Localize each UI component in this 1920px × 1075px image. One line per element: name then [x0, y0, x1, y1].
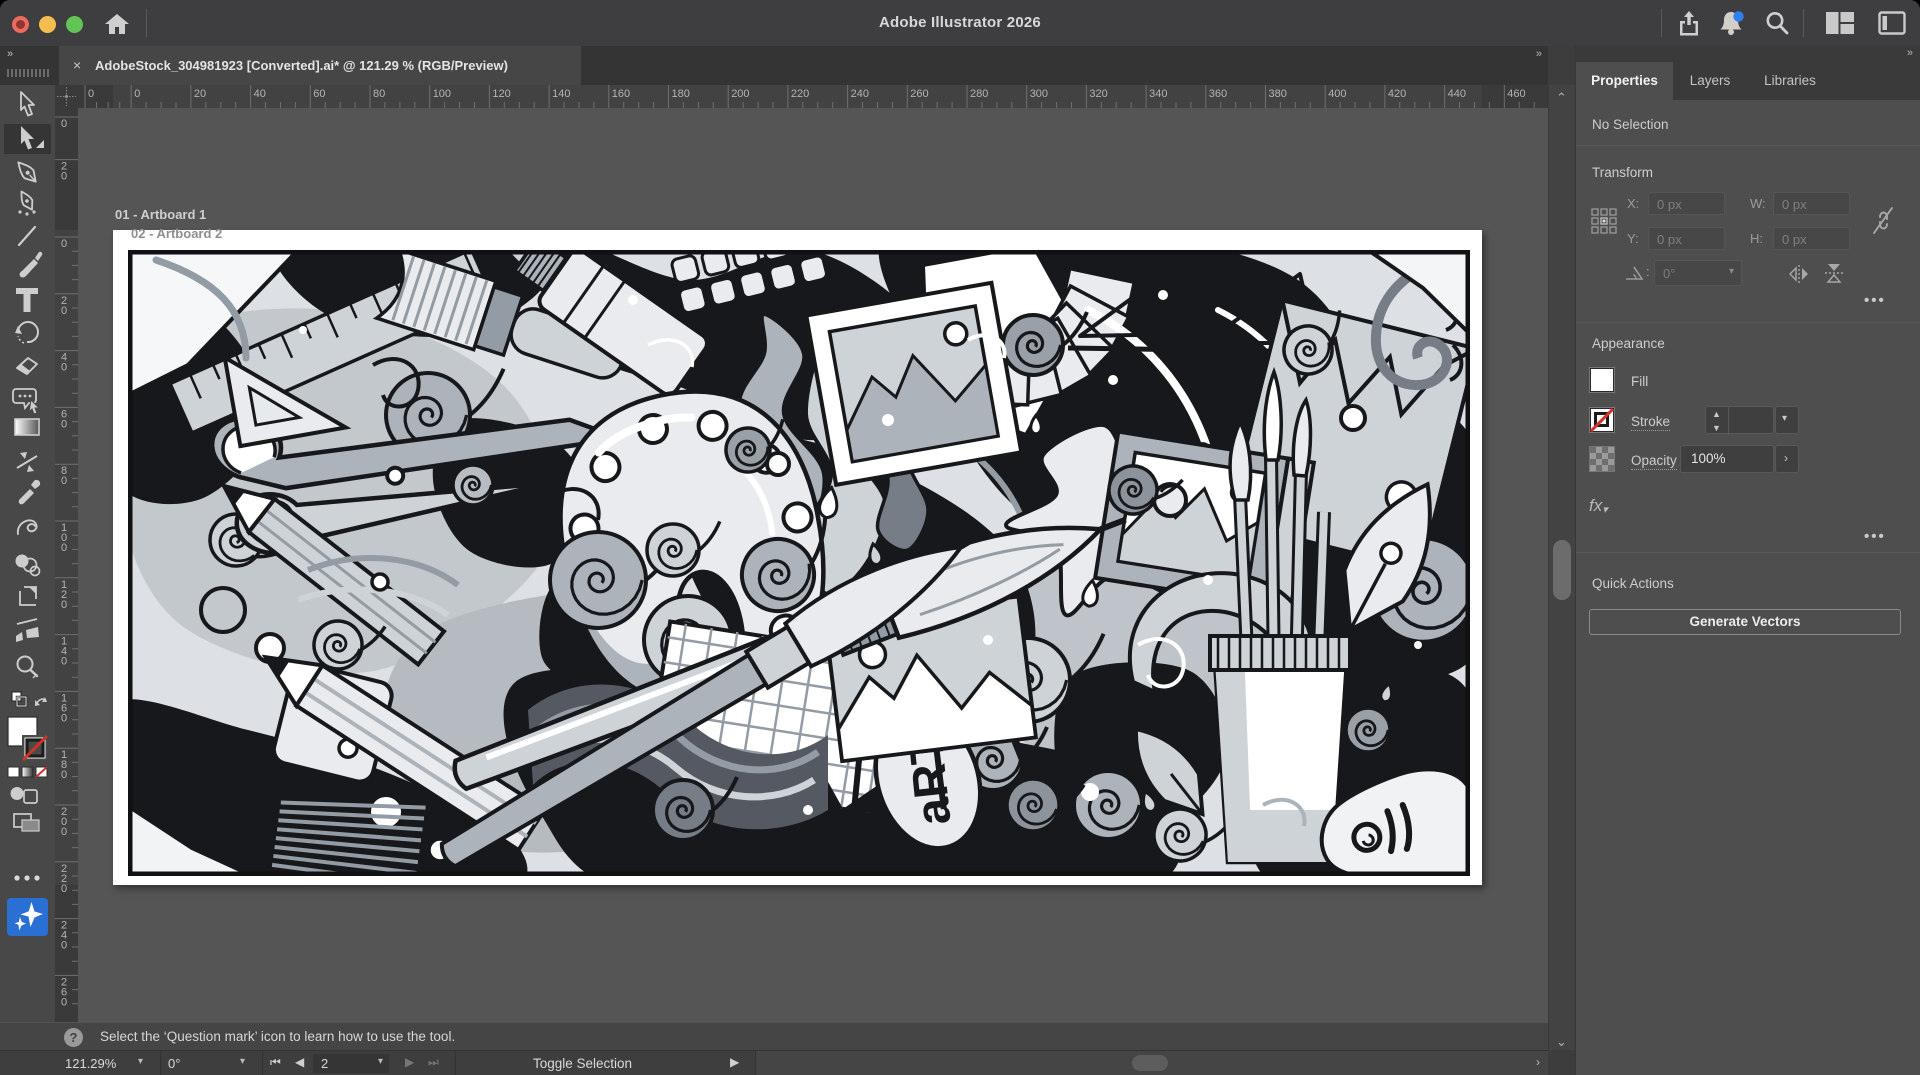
svg-text:100: 100 [433, 88, 451, 100]
svg-text:140: 140 [552, 88, 570, 100]
svg-text:0: 0 [61, 656, 67, 668]
svg-text:0: 0 [61, 996, 67, 1008]
svg-text:0: 0 [61, 475, 67, 487]
svg-text:300: 300 [1030, 88, 1048, 100]
svg-text:0: 0 [61, 418, 67, 430]
svg-text:0: 0 [134, 88, 140, 100]
svg-text:220: 220 [791, 88, 809, 100]
svg-text:0: 0 [61, 712, 67, 724]
svg-text:380: 380 [1269, 88, 1287, 100]
svg-text:280: 280 [970, 88, 988, 100]
svg-text:0: 0 [61, 238, 67, 250]
svg-text:0: 0 [61, 599, 67, 611]
svg-text:0: 0 [61, 940, 67, 952]
svg-text:240: 240 [851, 88, 869, 100]
svg-text:160: 160 [612, 88, 630, 100]
svg-text:440: 440 [1448, 88, 1466, 100]
svg-text:340: 340 [1149, 88, 1167, 100]
svg-text:0: 0 [61, 305, 67, 317]
svg-text:40: 40 [254, 88, 266, 100]
svg-text:360: 360 [1209, 88, 1227, 100]
svg-text:0: 0 [61, 171, 67, 183]
svg-text:0: 0 [61, 883, 67, 895]
svg-text:320: 320 [1089, 88, 1107, 100]
svg-text:200: 200 [731, 88, 749, 100]
svg-text:0: 0 [61, 542, 67, 554]
svg-text:260: 260 [910, 88, 928, 100]
svg-text:0: 0 [61, 769, 67, 781]
svg-text:80: 80 [373, 88, 385, 100]
svg-text:420: 420 [1388, 88, 1406, 100]
svg-text:460: 460 [1507, 88, 1525, 100]
svg-text:180: 180 [672, 88, 690, 100]
svg-text:20: 20 [194, 88, 206, 100]
svg-text:0: 0 [61, 362, 67, 374]
svg-text:0: 0 [61, 826, 67, 838]
svg-text:60: 60 [313, 88, 325, 100]
svg-text:120: 120 [492, 88, 510, 100]
svg-text:400: 400 [1328, 88, 1346, 100]
svg-text:0: 0 [88, 88, 94, 100]
svg-text:0: 0 [61, 118, 67, 130]
